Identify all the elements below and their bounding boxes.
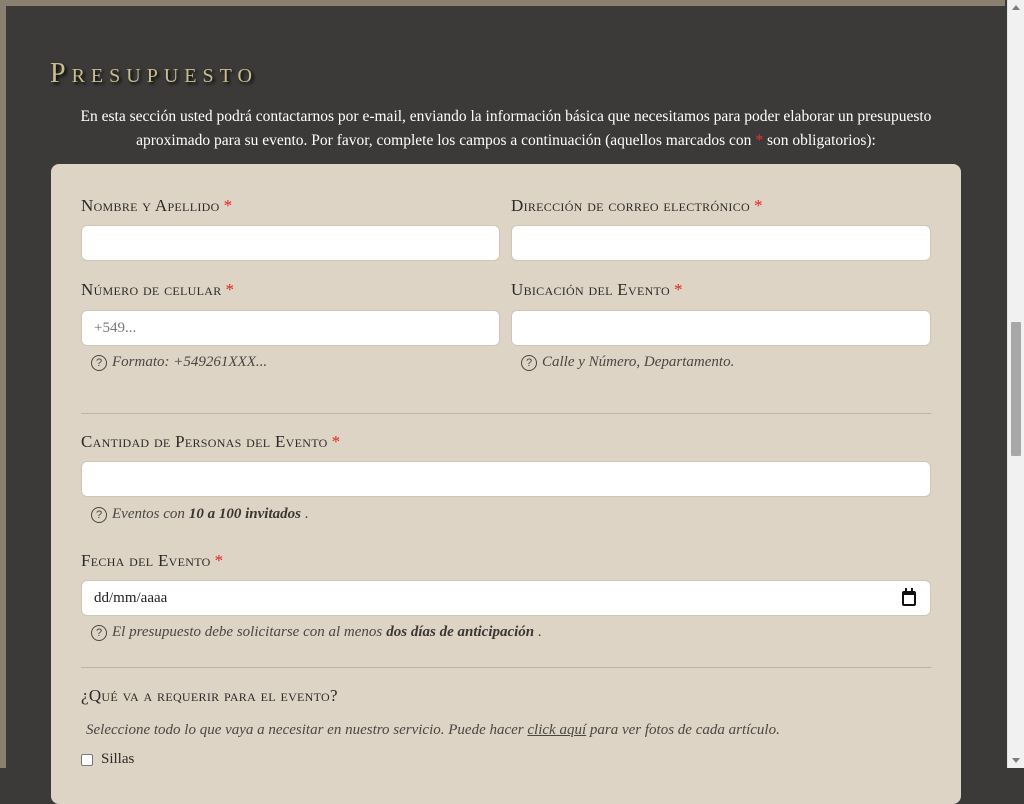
date-label: Fecha del Evento * xyxy=(81,551,224,570)
scroll-up-icon[interactable] xyxy=(1012,5,1020,10)
phone-label: Número de celular * xyxy=(81,280,235,299)
required-asterisk: * xyxy=(755,132,764,149)
phone-hint: ? Formato: +549261XXX... xyxy=(91,354,267,371)
location-hint: ? Calle y Número, Departamento. xyxy=(521,354,734,371)
page-title: Presupuesto xyxy=(50,58,258,89)
name-input[interactable] xyxy=(81,225,500,261)
photos-link[interactable]: click aquí xyxy=(527,722,586,739)
sillas-checkbox[interactable] xyxy=(81,754,93,766)
section-divider xyxy=(81,413,931,414)
phone-input[interactable]: +549... xyxy=(81,310,500,346)
date-hint: ? El presupuesto debe solicitarse con al … xyxy=(91,624,542,641)
scrollbar-thumb[interactable] xyxy=(1011,322,1021,456)
scrollbar[interactable] xyxy=(1007,0,1024,768)
intro-text: En esta sección usted podrá contactarnos… xyxy=(50,105,962,153)
intro-line-2b: son obligatorios): xyxy=(766,132,876,149)
intro-line-2a: aproximado para su evento. Por favor, co… xyxy=(136,132,752,149)
scroll-down-icon[interactable] xyxy=(1012,758,1020,763)
name-label: Nombre y Apellido * xyxy=(81,196,233,215)
window-frame-top xyxy=(0,0,1005,6)
requirements-desc: Seleccione todo lo que vaya a necesitar … xyxy=(86,722,780,739)
intro-line-1: En esta sección usted podrá contactarnos… xyxy=(80,108,932,125)
window-frame-left xyxy=(0,0,6,768)
date-input[interactable]: dd/mm/aaaa xyxy=(81,580,931,616)
calendar-icon[interactable] xyxy=(902,588,916,606)
section-divider xyxy=(81,667,931,668)
sillas-label[interactable]: Sillas xyxy=(101,751,134,768)
email-label: Dirección de correo electrónico * xyxy=(511,196,763,215)
help-circle-icon: ? xyxy=(91,624,107,641)
guests-input[interactable] xyxy=(81,461,931,497)
guests-hint: ? Eventos con 10 a 100 invitados. xyxy=(91,506,309,523)
help-circle-icon: ? xyxy=(91,354,107,371)
quote-form: Nombre y Apellido * Dirección de correo e… xyxy=(51,164,961,804)
email-input[interactable] xyxy=(511,225,931,261)
location-label: Ubicación del Evento * xyxy=(511,280,683,299)
help-circle-icon: ? xyxy=(91,506,107,523)
requirements-title: ¿Qué va a requerir para el evento? xyxy=(81,686,338,705)
guests-label: Cantidad de Personas del Evento * xyxy=(81,432,341,451)
help-circle-icon: ? xyxy=(521,354,537,371)
location-input[interactable] xyxy=(511,310,931,346)
